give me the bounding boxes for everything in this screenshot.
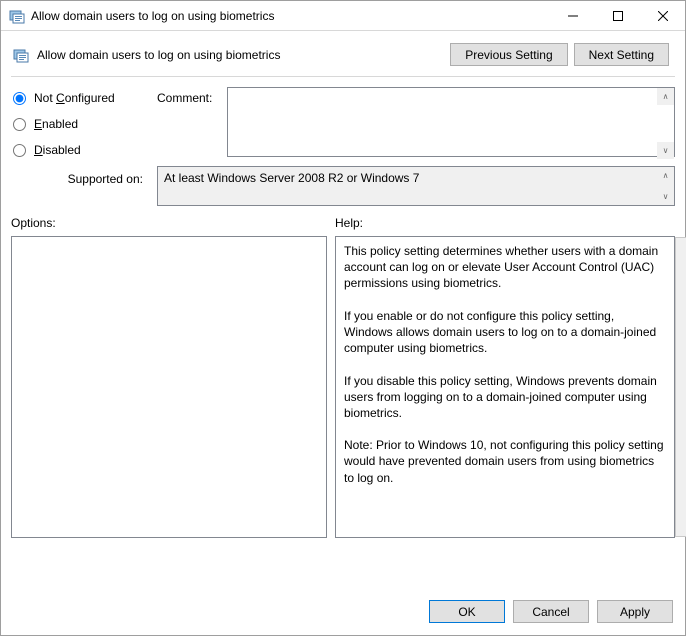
help-paragraph: This policy setting determines whether u… xyxy=(344,243,666,292)
window-controls xyxy=(550,1,685,30)
comment-label: Comment: xyxy=(157,87,221,160)
options-panel xyxy=(11,236,327,538)
comment-field-wrap: ∧ ∨ xyxy=(227,87,675,160)
ok-button[interactable]: OK xyxy=(429,600,505,623)
supported-field-wrap: At least Windows Server 2008 R2 or Windo… xyxy=(157,166,675,206)
subheader: Allow domain users to log on using biome… xyxy=(1,31,685,70)
radio-enabled-label: Enabled xyxy=(34,117,78,131)
options-label: Options: xyxy=(11,216,335,230)
nav-buttons: Previous Setting Next Setting xyxy=(450,43,669,66)
state-section: Not Configured Enabled Disabled Comment:… xyxy=(1,77,685,160)
help-content: This policy setting determines whether u… xyxy=(336,237,674,537)
radio-enabled-input[interactable] xyxy=(13,118,26,131)
previous-setting-button[interactable]: Previous Setting xyxy=(450,43,567,66)
help-paragraph: If you disable this policy setting, Wind… xyxy=(344,373,666,422)
minimize-button[interactable] xyxy=(550,1,595,30)
policy-icon xyxy=(13,47,29,63)
radio-not-configured[interactable]: Not Configured xyxy=(13,91,143,105)
maximize-button[interactable] xyxy=(595,1,640,30)
help-panel: This policy setting determines whether u… xyxy=(335,236,675,538)
radio-disabled-label: Disabled xyxy=(34,143,81,157)
app-icon xyxy=(9,8,25,24)
state-radios: Not Configured Enabled Disabled xyxy=(13,87,143,160)
footer: OK Cancel Apply xyxy=(1,588,685,635)
cancel-button[interactable]: Cancel xyxy=(513,600,589,623)
apply-button[interactable]: Apply xyxy=(597,600,673,623)
supported-field: At least Windows Server 2008 R2 or Windo… xyxy=(157,166,675,206)
radio-disabled-input[interactable] xyxy=(13,144,26,157)
titlebar: Allow domain users to log on using biome… xyxy=(1,1,685,31)
help-scrollbar[interactable] xyxy=(675,237,686,537)
panel-labels: Options: Help: xyxy=(1,206,685,234)
close-button[interactable] xyxy=(640,1,685,30)
panels-row: This policy setting determines whether u… xyxy=(1,234,685,588)
comment-block: Comment: ∧ ∨ xyxy=(157,87,675,160)
radio-not-configured-input[interactable] xyxy=(13,92,26,105)
comment-textarea[interactable] xyxy=(227,87,675,157)
help-paragraph: If you enable or do not configure this p… xyxy=(344,308,666,357)
policy-title: Allow domain users to log on using biome… xyxy=(37,48,450,62)
radio-disabled[interactable]: Disabled xyxy=(13,143,143,157)
help-label: Help: xyxy=(335,216,363,230)
radio-not-configured-label: Not Configured xyxy=(34,91,115,105)
radio-enabled[interactable]: Enabled xyxy=(13,117,143,131)
next-setting-button[interactable]: Next Setting xyxy=(574,43,669,66)
window-title: Allow domain users to log on using biome… xyxy=(31,9,550,23)
window: Allow domain users to log on using biome… xyxy=(0,0,686,636)
supported-label: Supported on: xyxy=(13,166,143,206)
help-paragraph: Note: Prior to Windows 10, not configuri… xyxy=(344,437,666,486)
supported-row: Supported on: At least Windows Server 20… xyxy=(1,160,685,206)
